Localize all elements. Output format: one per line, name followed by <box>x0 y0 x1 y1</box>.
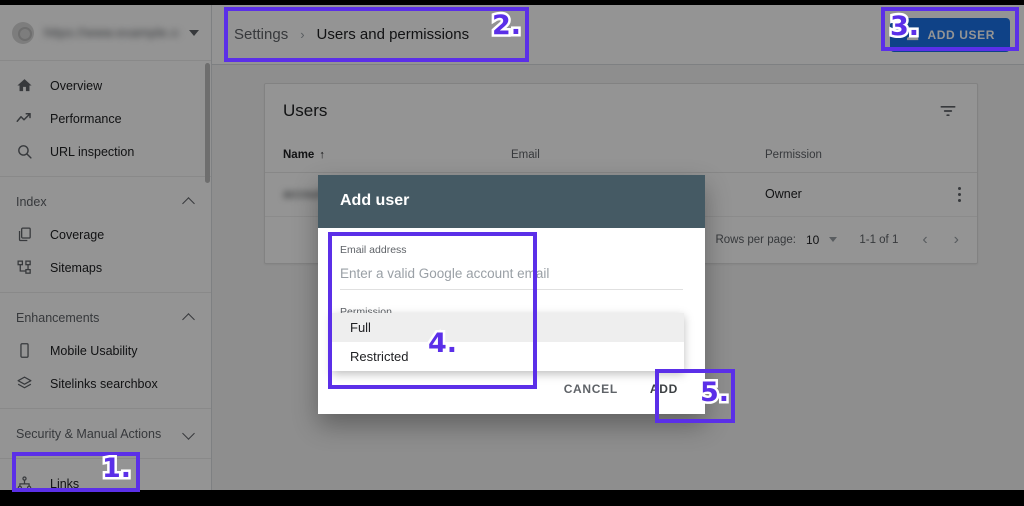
mobile-icon <box>14 341 34 361</box>
sidebar-scrollbar-thumb[interactable] <box>205 63 210 183</box>
pagination-range: 1-1 of 1 <box>859 233 899 246</box>
chevron-up-icon[interactable] <box>183 312 195 324</box>
rows-per-page: Rows per page: 10 <box>715 233 838 247</box>
sidebar-item-links[interactable]: Links <box>0 467 211 490</box>
email-input[interactable] <box>340 265 683 290</box>
dialog-add-button[interactable]: ADD <box>637 373 691 405</box>
sidebar-footer-section: Links Settings <box>0 459 211 490</box>
person-add-icon <box>902 26 919 43</box>
add-user-dialog-actions: CANCEL ADD <box>318 364 705 414</box>
sitemap-icon <box>14 258 34 278</box>
sidebar-item-mobile-usability[interactable]: Mobile Usability <box>0 334 211 367</box>
add-user-dialog: Add user Email address Permission Full C… <box>318 175 705 414</box>
top-bar: Settings › Users and permissions ADD USE… <box>212 5 1024 65</box>
column-header-permission[interactable]: Permission <box>747 138 923 173</box>
caret-down-icon[interactable] <box>189 29 199 36</box>
sidebar-item-performance-label: Performance <box>50 111 122 126</box>
breadcrumb-separator-icon: › <box>300 27 305 42</box>
trending-up-icon <box>14 109 34 129</box>
sidebar-item-url-inspection[interactable]: URL inspection <box>0 135 211 168</box>
sort-ascending-icon: ↑ <box>319 148 325 161</box>
add-user-button-label: ADD USER <box>927 27 995 42</box>
dialog-cancel-button[interactable]: CANCEL <box>551 373 631 405</box>
sidebar-group-index: Index Coverage Sitemaps <box>0 177 211 292</box>
cell-permission: Owner <box>747 172 923 217</box>
sidebar-group-security: Security & Manual Actions <box>0 409 211 458</box>
sidebar-item-sitemaps[interactable]: Sitemaps <box>0 251 211 284</box>
sidebar-item-coverage-label: Coverage <box>50 227 105 242</box>
permission-option-restricted[interactable]: Restricted <box>332 342 684 371</box>
sidebar-group-index-header[interactable]: Index <box>0 185 211 218</box>
breadcrumb: Settings › Users and permissions <box>234 26 469 43</box>
breadcrumb-current: Users and permissions <box>316 26 470 43</box>
sidebar-item-sitelinks-searchbox-label: Sitelinks searchbox <box>50 376 158 391</box>
home-icon <box>14 76 34 96</box>
permission-option-full[interactable]: Full <box>332 313 684 342</box>
globe-icon <box>12 21 34 44</box>
sidebar: https://www.example.com/ Overview Perfor… <box>0 5 212 490</box>
users-table-header-row: Name ↑ Email Permission <box>265 138 977 173</box>
sidebar-group-index-title: Index <box>16 194 47 209</box>
sidebar-item-links-label: Links <box>50 476 80 491</box>
screenshot-frame: https://www.example.com/ Overview Perfor… <box>0 0 1024 506</box>
sidebar-group-enhancements: Enhancements Mobile Usability Sitelinks … <box>0 293 211 408</box>
sidebar-group-enhancements-header[interactable]: Enhancements <box>0 301 211 334</box>
cell-actions <box>923 172 977 217</box>
site-property-picker[interactable]: https://www.example.com/ <box>0 5 211 61</box>
chevron-up-icon[interactable] <box>183 196 195 208</box>
add-user-button[interactable]: ADD USER <box>889 17 1010 52</box>
sidebar-primary-section: Overview Performance URL inspection <box>0 61 211 176</box>
filter-icon[interactable] <box>937 100 959 122</box>
chevron-down-icon[interactable] <box>183 428 195 440</box>
sidebar-group-security-title: Security & Manual Actions <box>16 426 162 441</box>
permission-dropdown-menu: Full Restricted <box>332 313 684 371</box>
sidebar-item-sitemaps-label: Sitemaps <box>50 260 103 275</box>
rows-per-page-label: Rows per page: <box>715 233 796 246</box>
rows-per-page-caret-down-icon[interactable] <box>829 237 838 242</box>
site-property-label: https://www.example.com/ <box>44 25 179 40</box>
chevron-left-icon[interactable]: ‹ <box>920 231 929 249</box>
column-header-name-label: Name <box>283 148 315 161</box>
layers-icon <box>14 374 34 394</box>
links-icon <box>14 474 34 491</box>
breadcrumb-parent[interactable]: Settings <box>234 26 288 43</box>
email-field-block: Email address <box>340 244 683 290</box>
users-card-title: Users <box>283 101 328 120</box>
column-header-email[interactable]: Email <box>493 138 747 173</box>
more-vert-icon[interactable] <box>941 186 977 202</box>
add-user-dialog-title: Add user <box>340 192 410 210</box>
sidebar-item-overview-label: Overview <box>50 78 103 93</box>
pages-icon <box>14 225 34 245</box>
column-header-name[interactable]: Name ↑ <box>265 138 493 173</box>
chevron-right-icon[interactable]: › <box>952 231 961 249</box>
sidebar-item-overview[interactable]: Overview <box>0 69 211 102</box>
email-field-label: Email address <box>340 243 407 256</box>
sidebar-item-url-inspection-label: URL inspection <box>50 144 135 159</box>
sidebar-item-mobile-usability-label: Mobile Usability <box>50 343 138 358</box>
sidebar-item-performance[interactable]: Performance <box>0 102 211 135</box>
column-header-actions <box>923 138 977 173</box>
sidebar-item-sitelinks-searchbox[interactable]: Sitelinks searchbox <box>0 367 211 400</box>
sidebar-group-enhancements-title: Enhancements <box>16 310 100 325</box>
rows-per-page-value[interactable]: 10 <box>806 233 819 247</box>
search-icon <box>14 142 34 162</box>
users-table-head: Name ↑ Email Permission <box>265 138 977 173</box>
sidebar-item-coverage[interactable]: Coverage <box>0 218 211 251</box>
add-user-dialog-header: Add user <box>318 175 705 228</box>
users-card-header: Users <box>265 84 977 138</box>
sidebar-group-security-header[interactable]: Security & Manual Actions <box>0 417 211 450</box>
